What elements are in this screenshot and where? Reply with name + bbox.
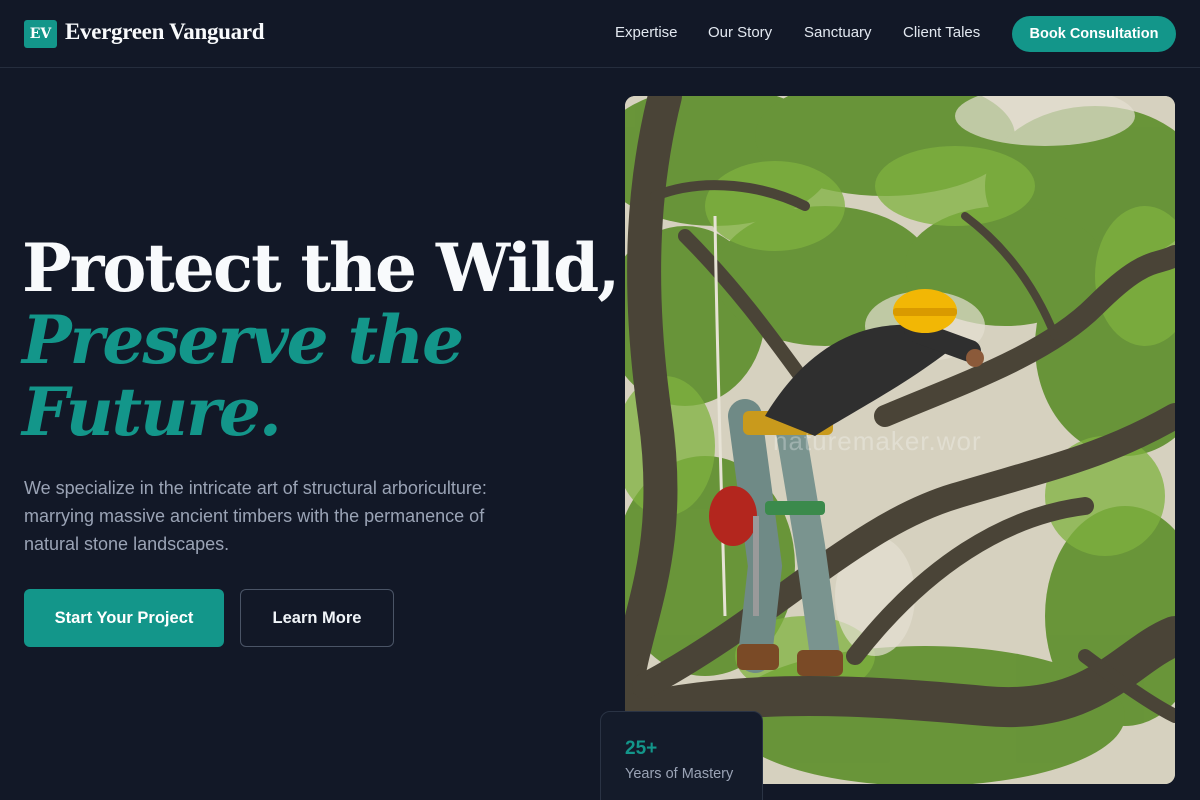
start-project-button[interactable]: Start Your Project — [24, 589, 224, 647]
learn-more-button[interactable]: Learn More — [240, 589, 394, 647]
nav-link-our-story[interactable]: Our Story — [708, 24, 772, 41]
image-watermark: naturemaker.wor — [773, 426, 982, 456]
book-consultation-button[interactable]: Book Consultation — [1012, 16, 1176, 52]
headline-line: Protect the Wild, — [22, 229, 620, 307]
brand-name[interactable]: Evergreen Vanguard — [65, 19, 265, 45]
stat-card: 25+ Years of Mastery — [600, 711, 763, 800]
logo-mark[interactable]: EV — [24, 20, 57, 48]
hero-description: We specialize in the intricate art of st… — [24, 478, 487, 554]
nav-link-sanctuary[interactable]: Sanctuary — [804, 24, 872, 41]
hero-image-arborist: naturemaker.wor — [625, 96, 1175, 784]
nav-link-client-tales[interactable]: Client Tales — [903, 24, 980, 41]
nav-link-expertise[interactable]: Expertise — [615, 24, 678, 41]
site-header: EV Evergreen Vanguard Expertise Our Stor… — [0, 0, 1200, 68]
headline-accent-line: Preserve the — [22, 301, 464, 379]
hero-headline: Protect the Wild, Preserve the Future. — [22, 229, 620, 451]
headline-accent-line: Future. — [22, 373, 282, 451]
stat-value: 25+ — [625, 738, 658, 759]
stat-label: Years of Mastery — [625, 766, 734, 782]
